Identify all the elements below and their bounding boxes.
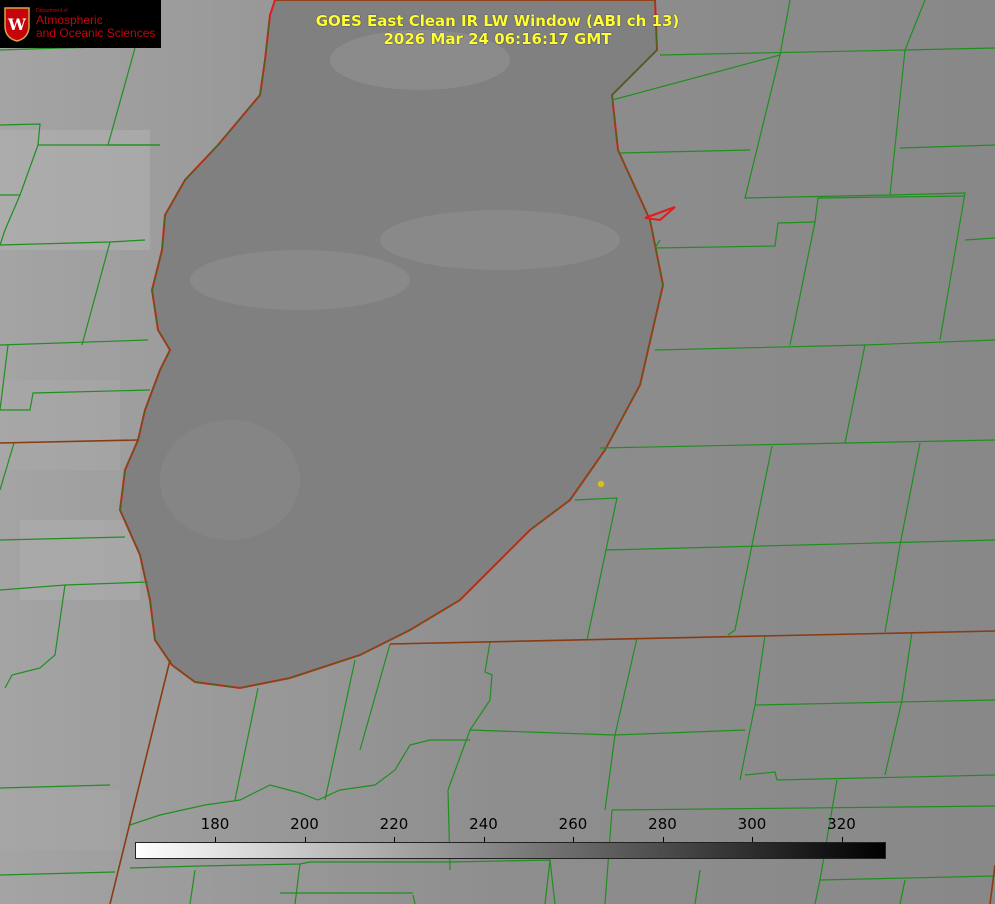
colorbar-tick-mark <box>752 837 753 842</box>
image-title: GOES East Clean IR LW Window (ABI ch 13) <box>315 12 680 30</box>
colorbar-tick-mark <box>841 837 843 842</box>
colorbar-tick-mark <box>304 837 306 842</box>
colorbar-tick-label: 200 <box>290 815 319 833</box>
colorbar <box>135 842 886 859</box>
image-timestamp: 2026 Mar 24 06:16:17 GMT <box>383 30 612 48</box>
colorbar-tick-label: 220 <box>379 815 409 833</box>
colorbar-tick-label: 180 <box>200 815 230 833</box>
colorbar-tick-label: 320 <box>827 815 856 833</box>
location-marker <box>597 480 605 488</box>
colorbar-tick-label: 260 <box>558 815 588 833</box>
colorbar-tick-label: 280 <box>648 815 677 833</box>
colorbar-tick-label: 240 <box>469 815 498 833</box>
colorbar-tick-mark <box>483 837 485 842</box>
colorbar-tick-mark <box>215 837 216 842</box>
colorbar-tick-mark <box>573 837 574 842</box>
map-canvas <box>0 0 995 904</box>
satellite-map[interactable]: W Department of Atmospheric and Oceanic … <box>0 0 995 904</box>
colorbar-tick-mark <box>394 837 395 842</box>
colorbar-tick-mark <box>662 837 664 842</box>
colorbar-tick-label: 300 <box>737 815 767 833</box>
